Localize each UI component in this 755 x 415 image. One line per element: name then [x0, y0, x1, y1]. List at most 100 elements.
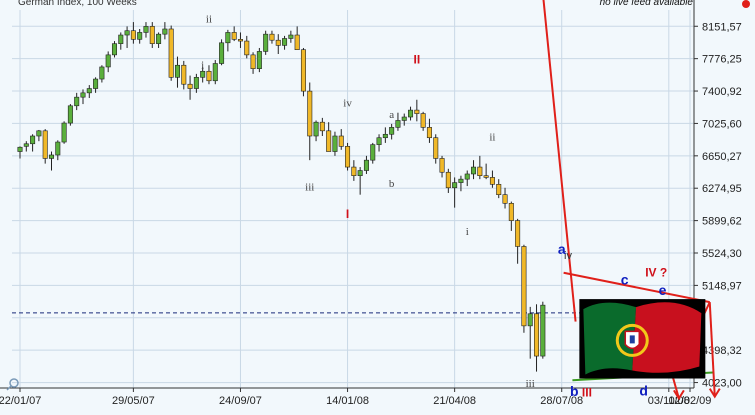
candle-body — [23, 143, 29, 147]
candle-body — [294, 34, 300, 50]
candle-body — [269, 33, 275, 41]
candle-body — [162, 28, 168, 35]
candle-body — [256, 51, 262, 69]
x-tick-label: 29/05/07 — [112, 395, 155, 407]
candle-body — [149, 26, 155, 44]
candle-body — [420, 113, 426, 128]
candle-body — [36, 130, 42, 137]
candle-body — [521, 246, 527, 327]
candle-body — [143, 26, 149, 33]
candle-body — [540, 304, 546, 357]
candle-body — [67, 105, 73, 124]
x-tick-label: 02/02/09 — [669, 395, 712, 407]
candle-body — [187, 83, 193, 89]
candle-body — [250, 54, 256, 69]
wave-label: i — [201, 60, 204, 72]
wave-label: I — [346, 207, 349, 221]
candle-body — [395, 120, 401, 128]
wave-label: e — [659, 282, 667, 298]
candle-body — [534, 313, 540, 357]
y-tick-label: 7776,25 — [702, 54, 742, 66]
wave-label: ii — [489, 131, 495, 143]
chart-area: German Index, 100 Weeks no live feed ava… — [0, 0, 755, 415]
x-tick-label: 22/01/07 — [0, 395, 41, 407]
candle-body — [206, 70, 212, 82]
candle-body — [408, 109, 414, 118]
candle-body — [156, 33, 162, 44]
candle-body — [282, 38, 288, 46]
candle-body — [458, 178, 464, 183]
candle-body — [382, 133, 388, 139]
candle-body — [489, 177, 495, 185]
candle-body — [124, 30, 130, 36]
wave-label: i — [466, 226, 469, 238]
candle-body — [464, 173, 470, 180]
candle-body — [319, 121, 325, 132]
wave-label: iv — [343, 98, 352, 110]
candle-body — [414, 109, 420, 114]
candle-body — [168, 28, 174, 78]
candle-body — [118, 34, 124, 44]
candle-body — [244, 40, 250, 56]
candle-body — [313, 121, 319, 137]
y-tick-label: 6274,95 — [702, 183, 742, 195]
candle-body — [93, 78, 99, 89]
candle-body — [370, 144, 376, 161]
candle-body — [86, 88, 92, 94]
candle-body — [174, 64, 180, 78]
candle-body — [42, 130, 48, 159]
candle-body — [433, 137, 439, 159]
candle-body — [111, 43, 117, 56]
x-axis-ticks: 22/01/07 29/05/07 24/09/07 14/01/08 21/04/08… — [0, 388, 711, 407]
candle-body — [477, 166, 483, 176]
candle-body — [307, 90, 313, 137]
wave-label: c — [621, 271, 629, 287]
x-tick-label: 14/01/08 — [326, 395, 369, 407]
y-tick-label: 5899,62 — [702, 216, 742, 228]
candle-body — [452, 182, 458, 189]
y-tick-label: 6650,27 — [702, 151, 742, 163]
candle-body — [61, 122, 67, 143]
y-tick-label: 4398,32 — [702, 345, 742, 357]
triangle-upper-line — [563, 271, 710, 304]
wave-label: ii — [206, 14, 212, 26]
wave-label: b — [570, 383, 579, 399]
wave-label: II — [414, 53, 421, 67]
candle-body — [483, 175, 489, 178]
candle-body — [376, 137, 382, 145]
y-tick-label: 5148,97 — [702, 280, 742, 292]
y-tick-label: 7400,92 — [702, 86, 742, 98]
candle-body — [74, 96, 80, 107]
candle-body — [231, 32, 237, 40]
candle-body — [137, 32, 143, 40]
candle-body — [181, 64, 187, 85]
candle-body — [105, 54, 111, 68]
wave-label: d — [639, 382, 648, 398]
candle-body — [338, 135, 344, 147]
candle-body — [237, 39, 243, 42]
y-tick-label: 7025,60 — [702, 118, 742, 130]
candle-body — [332, 135, 338, 152]
candle-body — [80, 92, 86, 98]
candle-body — [439, 158, 445, 173]
candlestick-chart: 8151,57 7776,25 7400,92 7025,60 6650,27 6274,… — [0, 0, 742, 407]
candle-body — [48, 154, 54, 159]
candle-body — [496, 184, 502, 195]
wave-label: III — [582, 386, 592, 400]
candle-body — [200, 70, 206, 78]
candle-body — [99, 66, 105, 80]
candle-body — [193, 77, 199, 89]
y-tick-label: 8151,57 — [702, 21, 742, 33]
candle-body — [326, 130, 332, 152]
wave-label: IV ? — [645, 266, 667, 280]
candle-body — [527, 313, 533, 327]
flag-image-portugal — [579, 299, 706, 379]
candle-body — [219, 42, 225, 64]
candle-body — [471, 166, 477, 175]
candle-body — [288, 34, 294, 39]
candle-body — [508, 203, 514, 221]
candle-body — [445, 171, 451, 189]
candle-body — [55, 141, 61, 156]
candle-body — [515, 220, 521, 247]
flag-shield-inner — [629, 335, 635, 344]
